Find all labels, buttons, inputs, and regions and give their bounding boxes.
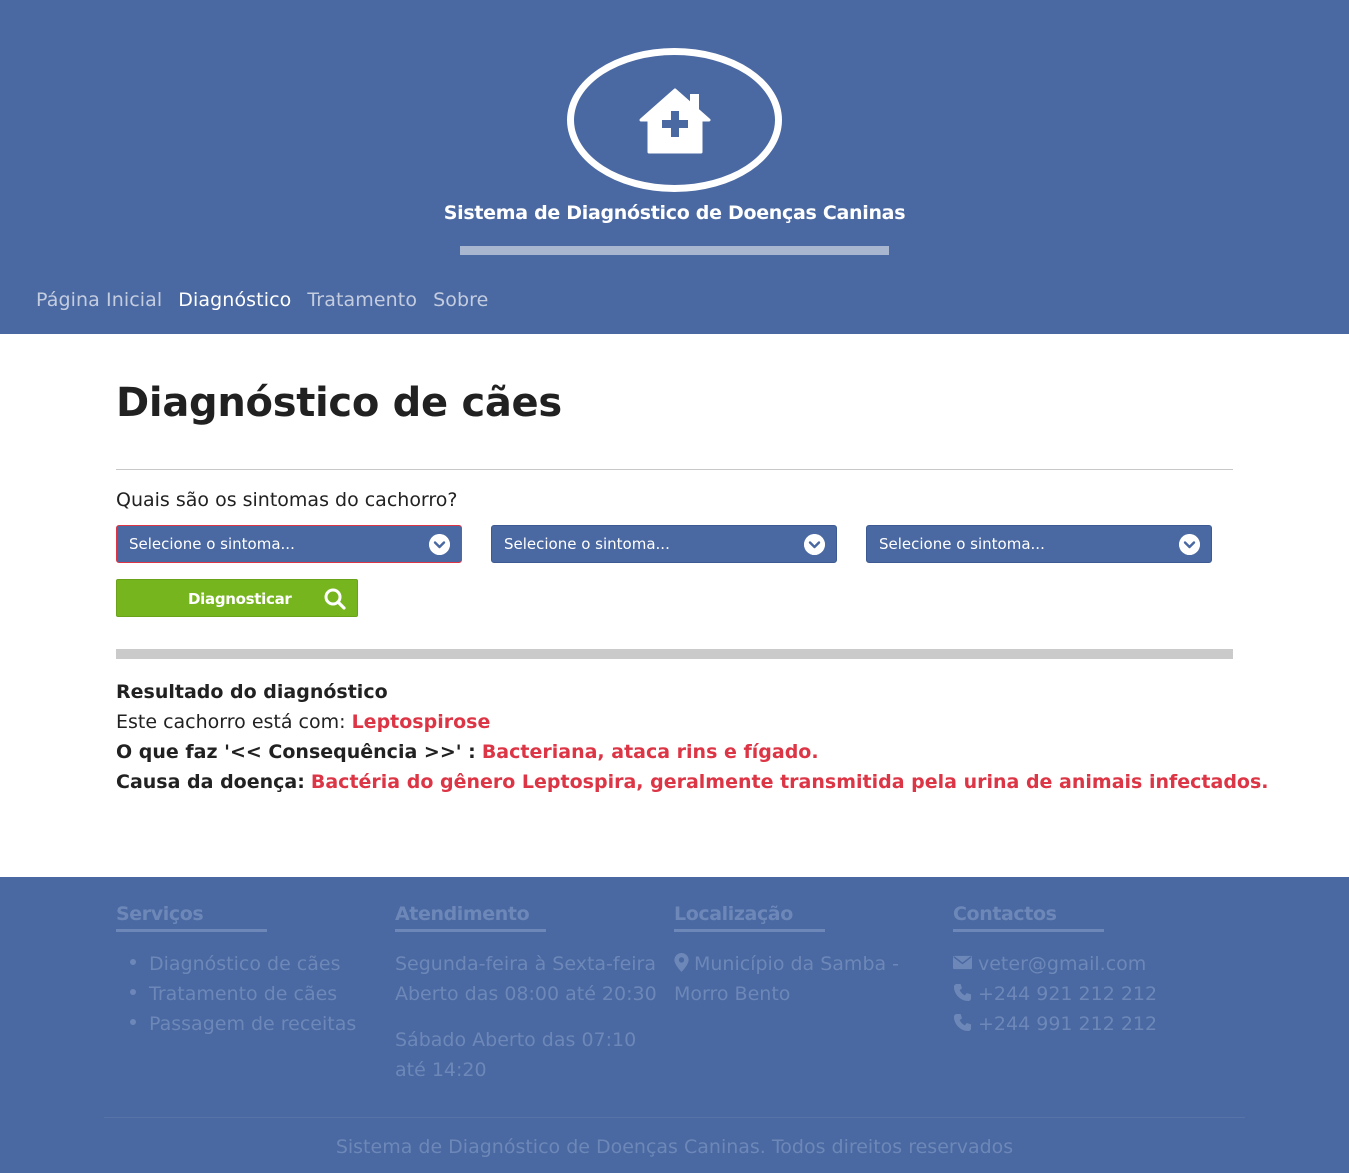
result-divider: [116, 649, 1233, 659]
nav-item-home[interactable]: Página Inicial: [36, 289, 162, 311]
footer-contacts-list: veter@gmail.com +244 921 212 212 +244 99…: [953, 949, 1157, 1039]
result-consequence-row: O que faz '<< Consequência >>' : Bacteri…: [116, 737, 1269, 767]
phone-icon: [953, 983, 972, 1002]
site-header: Sistema de Diagnóstico de Doenças Canina…: [0, 0, 1349, 334]
select-value: Selecione o sintoma...: [879, 535, 1045, 553]
footer-hours-line: Sábado Aberto das 07:10: [395, 1029, 637, 1051]
copyright: Sistema de Diagnóstico de Doenças Canina…: [335, 1136, 1014, 1158]
symptom-select-2[interactable]: Selecione o sintoma...: [491, 525, 837, 563]
house-medical-icon: [639, 88, 711, 154]
footer-heading-underline: [395, 929, 546, 932]
symptoms-question: Quais são os sintomas do cachorro?: [116, 489, 458, 511]
footer-hours-weekday: Segunda-feira à Sexta-feira Aberto das 0…: [395, 949, 657, 1009]
footer-email[interactable]: veter@gmail.com: [953, 949, 1157, 979]
footer-hours-line: Segunda-feira à Sexta-feira: [395, 953, 657, 975]
footer-divider: [104, 1117, 1245, 1118]
result-disease-label: Este cachorro está com:: [116, 711, 346, 733]
diagnosis-result: Resultado do diagnóstico Este cachorro e…: [116, 677, 1269, 797]
phone-icon: [953, 1013, 972, 1032]
result-cause-value: Bactéria do gênero Leptospira, geralment…: [310, 771, 1269, 793]
footer-phone[interactable]: +244 921 212 212: [953, 979, 1157, 1009]
footer-hours-line: até 14:20: [395, 1059, 487, 1081]
select-value: Selecione o sintoma...: [129, 535, 295, 553]
footer-services-list: Diagnóstico de cães Tratamento de cães P…: [130, 949, 356, 1039]
main-nav: Página Inicial Diagnóstico Tratamento So…: [36, 289, 504, 311]
diagnose-button-label: Diagnosticar: [188, 590, 292, 608]
diagnose-button[interactable]: Diagnosticar: [116, 579, 358, 617]
result-cause-label: Causa da doença:: [116, 771, 305, 793]
divider: [116, 469, 1233, 470]
symptom-select-1[interactable]: Selecione o sintoma...: [116, 525, 462, 563]
result-heading: Resultado do diagnóstico: [116, 681, 388, 703]
title-underline: [460, 246, 889, 255]
nav-item-sobre[interactable]: Sobre: [433, 289, 488, 311]
chevron-down-icon: [1179, 534, 1200, 555]
footer-heading-underline: [953, 929, 1104, 932]
map-marker-icon: [674, 953, 689, 972]
symptom-select-3[interactable]: Selecione o sintoma...: [866, 525, 1212, 563]
envelope-icon: [953, 955, 972, 970]
site-title: Sistema de Diagnóstico de Doenças Canina…: [443, 202, 906, 224]
nav-item-diagnostico[interactable]: Diagnóstico: [178, 289, 291, 311]
footer-hours-saturday: Sábado Aberto das 07:10 até 14:20: [395, 1025, 636, 1085]
footer-location-line: Morro Bento: [674, 983, 791, 1005]
select-value: Selecione o sintoma...: [504, 535, 670, 553]
result-consequence-value: Bacteriana, ataca rins e fígado.: [481, 741, 819, 763]
footer-hours-heading: Atendimento: [395, 903, 530, 925]
footer-heading-underline: [674, 929, 825, 932]
result-disease-row: Este cachorro está com: Leptospirose: [116, 707, 1269, 737]
result-disease-value: Leptospirose: [351, 711, 491, 733]
footer-service-item[interactable]: Diagnóstico de cães: [130, 949, 356, 979]
footer-location-heading: Localização: [674, 903, 793, 925]
footer-services-heading: Serviços: [116, 903, 204, 925]
footer-location-text: Município da Samba - Morro Bento: [674, 949, 899, 1009]
chevron-down-icon: [804, 534, 825, 555]
footer-phone[interactable]: +244 991 212 212: [953, 1009, 1157, 1039]
page-title: Diagnóstico de cães: [116, 380, 562, 426]
footer-hours-line: Aberto das 08:00 até 20:30: [395, 983, 657, 1005]
result-cause-row: Causa da doença: Bactéria do gênero Lept…: [116, 767, 1269, 797]
footer-heading-underline: [116, 929, 267, 932]
footer-contacts-heading: Contactos: [953, 903, 1057, 925]
footer-service-item[interactable]: Passagem de receitas: [130, 1009, 356, 1039]
result-consequence-label: O que faz '<< Consequência >>' :: [116, 741, 476, 763]
nav-item-tratamento[interactable]: Tratamento: [307, 289, 417, 311]
footer-service-item[interactable]: Tratamento de cães: [130, 979, 356, 1009]
footer-location-line: Município da Samba -: [694, 953, 900, 975]
chevron-down-icon: [429, 534, 450, 555]
search-icon: [324, 588, 346, 610]
site-footer: Serviços Diagnóstico de cães Tratamento …: [0, 877, 1349, 1173]
